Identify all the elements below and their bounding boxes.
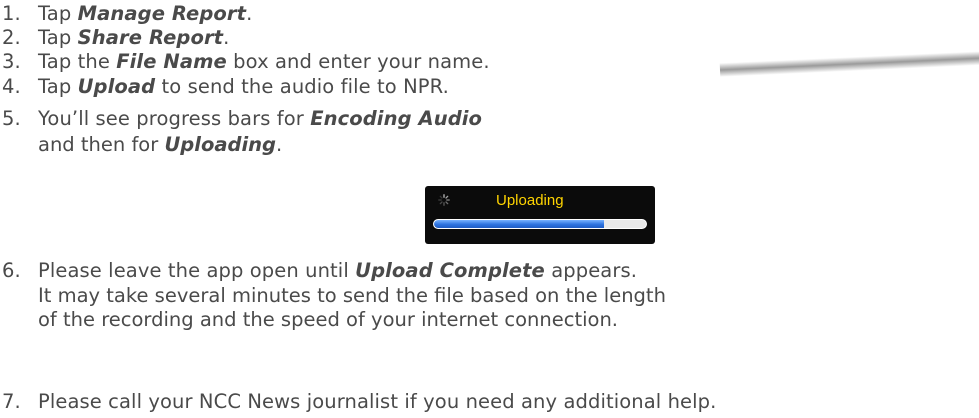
step-number: 4.	[2, 75, 21, 98]
step-text: Please call your NCC News journalist if …	[38, 390, 717, 413]
step-text-end: appears.	[544, 259, 638, 282]
step-6-line-3: of the recording and the speed of your i…	[38, 308, 619, 331]
upload-progress-fill	[434, 220, 604, 228]
step-text-end: to send the audio file to NPR.	[155, 75, 449, 98]
step-3: 3. Tap the File Name box and enter your n…	[0, 50, 490, 73]
step-emphasis: Uploading	[164, 133, 276, 156]
step-text-end: .	[275, 133, 283, 156]
step-emphasis: Upload Complete	[355, 259, 545, 282]
step-emphasis: Encoding Audio	[310, 107, 483, 130]
step-emphasis: Upload	[77, 75, 156, 98]
step-5-continuation: and then for Uploading.	[38, 133, 282, 156]
step-4: 4. Tap Upload to send the audio file to N…	[0, 75, 449, 98]
step-2: 2. Tap Share Report.	[0, 26, 229, 49]
upload-progress-widget: Uploading	[425, 186, 655, 244]
decorative-divider	[719, 51, 979, 77]
step-text: Tap	[38, 26, 78, 49]
step-5: 5. You’ll see progress bars for Encoding …	[0, 107, 482, 130]
step-number: 1.	[2, 2, 21, 25]
step-6-line-2: It may take several minutes to send the …	[38, 284, 666, 307]
activity-spinner-icon	[438, 194, 450, 206]
step-number: 3.	[2, 50, 21, 73]
step-text: You’ll see progress bars for	[38, 107, 311, 130]
step-emphasis: Share Report	[77, 26, 224, 49]
step-6: 6. Please leave the app open until Upload…	[0, 259, 637, 282]
step-text-end: .	[223, 26, 230, 49]
step-number: 6.	[2, 259, 21, 282]
upload-progress-bar	[433, 219, 647, 229]
step-emphasis: Manage Report	[77, 2, 247, 25]
step-text: Tap the	[38, 50, 117, 73]
step-1: 1. Tap Manage Report.	[0, 2, 252, 25]
step-text: and then for	[38, 133, 165, 156]
step-text-end: box and enter your name.	[226, 50, 490, 73]
step-7: 7. Please call your NCC News journalist i…	[0, 390, 716, 413]
step-number: 7.	[2, 390, 21, 413]
step-number: 5.	[2, 107, 21, 130]
step-text: Please leave the app open until	[38, 259, 356, 282]
step-text: Tap	[38, 2, 78, 25]
step-emphasis: File Name	[116, 50, 227, 73]
step-number: 2.	[2, 26, 21, 49]
step-text: Tap	[38, 75, 78, 98]
upload-status-label: Uploading	[496, 192, 564, 209]
step-text-end: .	[246, 2, 253, 25]
